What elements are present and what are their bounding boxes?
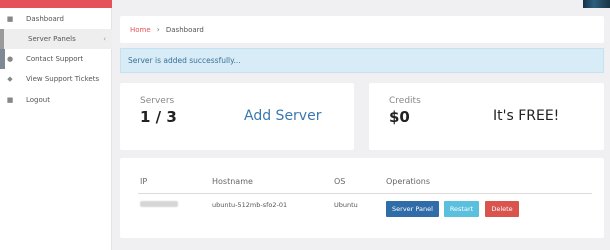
user-icon: ●	[6, 55, 14, 63]
column-header-os: OS	[334, 177, 346, 186]
lock-icon: ■	[6, 96, 14, 104]
restart-button[interactable]: Restart	[444, 201, 479, 217]
breadcrumb-home-link[interactable]: Home	[130, 26, 151, 34]
dashboard-icon: ■	[6, 15, 14, 23]
sidebar-item-label: Dashboard	[26, 15, 64, 23]
sidebar-item-support-tickets[interactable]: ◆ View Support Tickets	[0, 69, 112, 89]
breadcrumb: Home › Dashboard	[120, 16, 604, 43]
credits-label: Credits	[389, 96, 421, 106]
sidebar-item-server-panels[interactable]: Server Panels ‹	[0, 29, 112, 49]
sidebar-item-label: Server Panels	[28, 35, 76, 43]
sidebar-item-label: Logout	[26, 96, 50, 104]
sidebar-item-label: Contact Support	[26, 55, 84, 63]
header-divider	[138, 193, 592, 194]
servers-card: Servers 1 / 3 Add Server	[120, 83, 354, 150]
ticket-icon: ◆	[7, 75, 13, 83]
sidebar-brand-bar	[0, 0, 112, 8]
servers-count: 1 / 3	[140, 108, 177, 126]
chevron-right-icon: ›	[156, 25, 160, 34]
hostname-cell: ubuntu-512mb-sfo2-01	[212, 201, 288, 209]
add-server-link[interactable]: Add Server	[244, 108, 321, 124]
column-header-ip: IP	[140, 177, 148, 186]
sidebar-item-logout[interactable]: ■ Logout	[0, 90, 112, 110]
header-image	[583, 0, 610, 8]
sidebar-item-dashboard[interactable]: ■ Dashboard	[0, 9, 112, 29]
chevron-left-icon: ‹	[103, 35, 106, 43]
free-text: It's FREE!	[493, 108, 560, 124]
alert-message: Server is added successfully...	[128, 56, 241, 65]
credits-card: Credits $0 It's FREE!	[369, 83, 604, 150]
active-marker	[0, 29, 4, 49]
server-panel-button[interactable]: Server Panel	[386, 201, 439, 217]
servers-label: Servers	[140, 96, 175, 106]
column-header-operations: Operations	[386, 177, 430, 186]
sidebar: ■ Dashboard Server Panels ‹ ● Contact Su…	[0, 0, 112, 250]
sidebar-item-contact-support[interactable]: ● Contact Support	[0, 49, 112, 69]
column-header-hostname: Hostname	[212, 177, 253, 186]
success-alert: Server is added successfully...	[120, 48, 604, 73]
ip-address-redacted	[140, 201, 178, 207]
servers-table: IP Hostname OS Operations ubuntu-512mb-s…	[120, 158, 604, 238]
sidebar-item-label: View Support Tickets	[26, 75, 100, 83]
credits-value: $0	[389, 108, 410, 126]
os-cell: Ubuntu	[334, 201, 358, 209]
breadcrumb-current: Dashboard	[165, 25, 204, 34]
delete-button[interactable]: Delete	[485, 201, 519, 217]
